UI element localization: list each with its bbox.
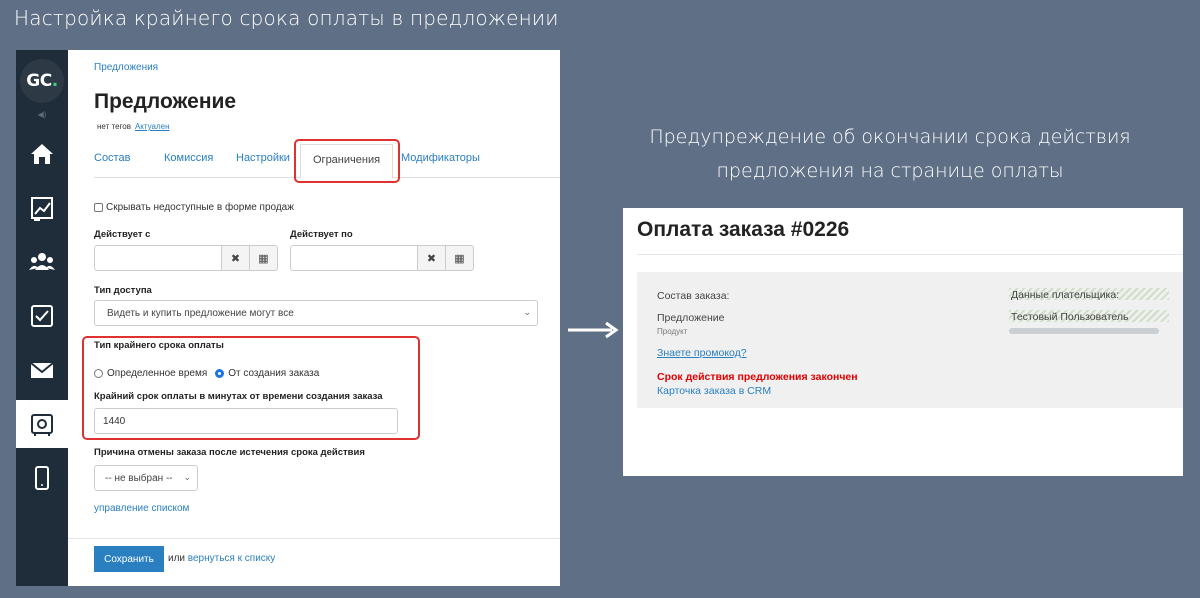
caption-line-2: предложения на странице оплаты (716, 160, 1064, 182)
crm-order-link[interactable]: Карточка заказа в CRM (657, 385, 771, 397)
offer-editor: Предложения Предложение нет тегов Актуале… (68, 50, 560, 586)
chevron-down-icon: ⌄ (523, 307, 531, 317)
payer-contact-blurred (1009, 328, 1159, 334)
clear-from-button[interactable]: ✖ (222, 245, 250, 271)
caption: Предупреждение об окончании срока действ… (600, 120, 1180, 188)
valid-from-label: Действует с (94, 229, 151, 240)
access-type-select[interactable]: Видеть и купить предложение могут все ⌄ (94, 300, 538, 326)
calendar-to-button[interactable]: ▦ (446, 245, 474, 271)
radio-from-order-label: От создания заказа (228, 368, 320, 379)
payer-name: Тестовый Пользователь (1011, 311, 1129, 323)
deadline-type-options: Определенное время От создания заказа (94, 368, 319, 379)
sidebar-item-tasks[interactable] (16, 292, 68, 340)
sidebar-item-stats[interactable] (16, 184, 68, 232)
chevron-down-icon: ⌄ (183, 472, 191, 482)
sidebar-item-users[interactable] (16, 238, 68, 286)
deadline-minutes-label: Крайний срок оплаты в минутах от времени… (94, 391, 383, 402)
calendar-icon: ▦ (258, 252, 269, 265)
tags-line: нет тегов Актуален (97, 122, 170, 131)
mobile-icon (35, 466, 49, 490)
tab-commission[interactable]: Комиссия (164, 152, 213, 164)
chart-icon (31, 197, 53, 221)
radio-fixed-time-label: Определенное время (107, 368, 208, 379)
order-contents-label: Состав заказа: (657, 290, 730, 302)
sidebar-item-home[interactable] (16, 130, 68, 178)
calendar-from-button[interactable]: ▦ (250, 245, 278, 271)
valid-from-field: ✖ ▦ (94, 245, 278, 271)
status-link[interactable]: Актуален (135, 122, 170, 131)
hide-unavailable-option[interactable]: Скрывать недоступные в форме продаж (94, 202, 294, 213)
offer-settings-window: GC. ◀) Предложения Предложение нет тегов… (16, 50, 560, 586)
access-type-label: Тип доступа (94, 285, 152, 296)
clear-icon: ✖ (230, 252, 241, 265)
home-icon (31, 144, 53, 164)
manage-list-link[interactable]: управление списком (94, 503, 189, 514)
app-logo[interactable]: GC. (20, 59, 64, 103)
footer-divider (68, 538, 560, 539)
back-line: или вернуться к списку (168, 553, 275, 564)
page-title: Предложение (94, 90, 237, 113)
arrow-right-icon (568, 321, 619, 339)
hide-unavailable-checkbox[interactable] (94, 203, 103, 212)
valid-to-input[interactable] (290, 245, 418, 271)
logo-dot: . (51, 71, 58, 91)
users-icon (29, 253, 55, 270)
access-type-value: Видеть и купить предложение могут все (107, 307, 294, 319)
sidebar-item-mail[interactable] (16, 346, 68, 394)
tab-modifiers[interactable]: Модификаторы (401, 152, 480, 164)
payment-title: Оплата заказа #0226 (637, 218, 850, 241)
item-name: Предложение (657, 312, 725, 324)
checklist-icon (31, 305, 53, 327)
tab-settings[interactable]: Настройки (236, 152, 290, 164)
valid-to-field: ✖ ▦ (290, 245, 474, 271)
tab-restrictions[interactable]: Ограничения (300, 144, 394, 179)
caption-line-1: Предупреждение об окончании срока действ… (649, 126, 1131, 148)
payment-divider (637, 254, 1183, 255)
sidebar: GC. ◀) (16, 50, 68, 586)
cancel-reason-select[interactable]: -- не выбран -- ⌄ (94, 465, 198, 491)
payer-label: Данные плательщика: (1011, 289, 1120, 301)
or-text: или (168, 553, 186, 564)
valid-from-input[interactable] (94, 245, 222, 271)
radio-fixed-time[interactable] (94, 369, 103, 378)
mail-icon (30, 362, 54, 378)
logo-letters: GC (26, 71, 52, 91)
tab-composition[interactable]: Состав (94, 152, 130, 164)
tab-bar: Состав Комиссия Настройки Ограничения Мо… (94, 144, 560, 179)
payment-page: Оплата заказа #0226 Состав заказа: Предл… (623, 208, 1183, 476)
cancel-reason-value: -- не выбран -- (105, 472, 173, 484)
order-panel: Состав заказа: Предложение Продукт Знает… (637, 272, 1183, 408)
valid-to-label: Действует по (290, 229, 353, 240)
promo-code-link[interactable]: Знаете промокод? (657, 347, 747, 359)
clear-icon: ✖ (426, 252, 437, 265)
deadline-minutes-input[interactable]: 1440 (94, 408, 398, 434)
radio-from-order[interactable] (215, 369, 225, 378)
tags-text: нет тегов (97, 122, 131, 131)
page-heading: Настройка крайнего срока оплаты в предло… (14, 6, 559, 30)
hide-unavailable-label: Скрывать недоступные в форме продаж (106, 202, 294, 213)
item-type: Продукт (657, 327, 688, 336)
deadline-type-label: Тип крайнего срока оплаты (94, 340, 224, 351)
clear-to-button[interactable]: ✖ (418, 245, 446, 271)
breadcrumb-offers[interactable]: Предложения (94, 62, 158, 73)
sidebar-item-mobile[interactable] (16, 454, 68, 502)
back-to-list-link[interactable]: вернуться к списку (188, 553, 275, 564)
expired-warning: Срок действия предложения закончен (657, 371, 858, 383)
calendar-icon: ▦ (454, 252, 465, 265)
safe-icon (31, 414, 53, 436)
save-button[interactable]: Сохранить (94, 546, 164, 572)
speaker-icon[interactable]: ◀) (36, 111, 48, 119)
sidebar-item-sales[interactable] (16, 400, 68, 448)
cancel-reason-label: Причина отмены заказа после истечения ср… (94, 447, 365, 458)
